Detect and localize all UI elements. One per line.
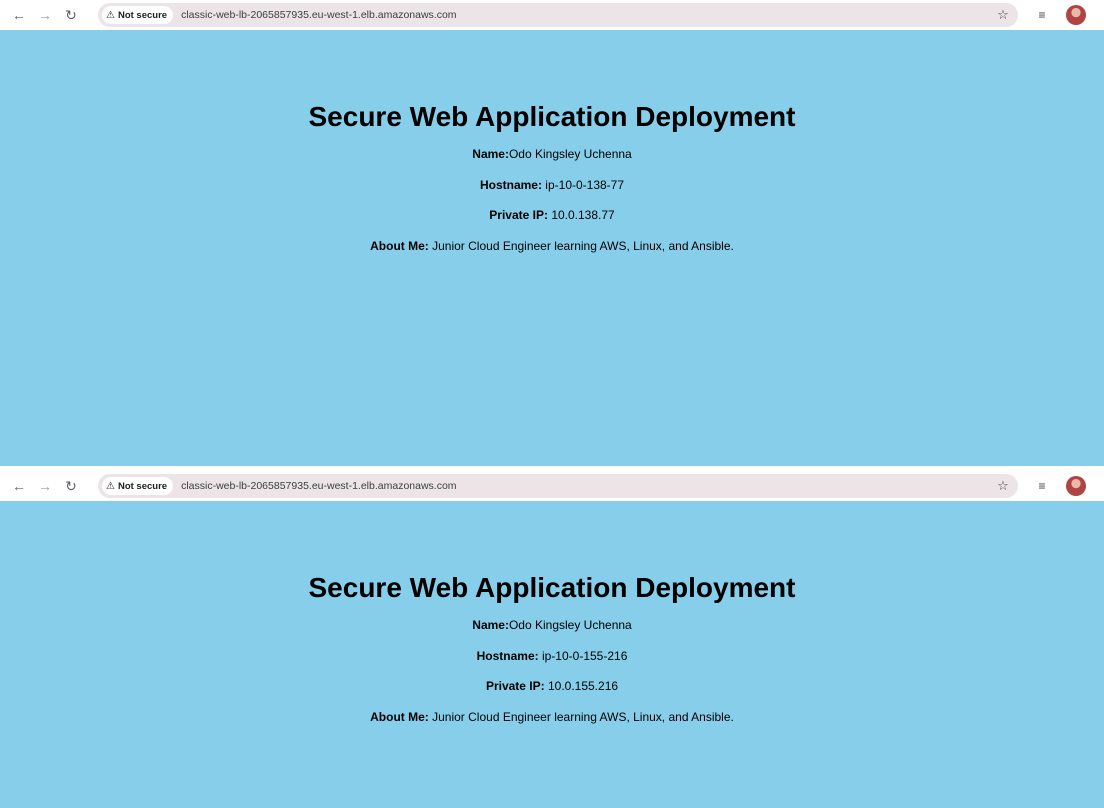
private-ip-value: 10.0.155.216: [544, 679, 619, 693]
warning-icon: ⚠: [106, 480, 115, 492]
page-title: Secure Web Application Deployment: [308, 572, 796, 603]
name-value: Odo Kingsley Uchenna: [508, 618, 632, 632]
hostname-line: Hostname: ip-10-0-155-216: [0, 649, 1104, 663]
hostname-value: ip-10-0-155-216: [538, 648, 628, 663]
name-label: Name:: [472, 147, 509, 161]
page-content: Secure Web Application Deployment Name:O…: [0, 101, 1104, 253]
address-bar[interactable]: ⚠ Not secure classic-web-lb-2065857935.e…: [98, 3, 1018, 27]
name-line: Name:Odo Kingsley Uchenna: [0, 618, 1104, 632]
private-ip-label: Private IP:: [485, 679, 545, 693]
forward-arrow-icon[interactable]: →: [32, 473, 58, 499]
hostname-line: Hostname: ip-10-0-138-77: [0, 178, 1104, 192]
page-title: Secure Web Application Deployment: [308, 101, 796, 132]
about-value: Junior Cloud Engineer learning AWS, Linu…: [428, 709, 734, 724]
hostname-label: Hostname:: [476, 648, 539, 663]
hostname-label: Hostname:: [479, 177, 542, 192]
security-chip[interactable]: ⚠ Not secure: [102, 477, 174, 495]
page-viewport: Secure Web Application Deployment Name:O…: [0, 30, 1104, 466]
reload-icon[interactable]: ↻: [58, 473, 84, 499]
bookmark-star-icon[interactable]: ☆: [994, 6, 1012, 24]
security-label: Not secure: [117, 480, 168, 492]
reading-list-icon[interactable]: ≡: [1033, 6, 1051, 24]
name-line: Name:Odo Kingsley Uchenna: [0, 147, 1104, 161]
back-arrow-icon[interactable]: ←: [6, 2, 32, 28]
private-ip-line: Private IP: 10.0.155.216: [0, 679, 1104, 693]
forward-arrow-icon[interactable]: →: [32, 2, 58, 28]
profile-avatar-icon[interactable]: [1066, 476, 1086, 496]
about-label: About Me:: [370, 238, 429, 253]
warning-icon: ⚠: [106, 9, 115, 21]
reload-icon[interactable]: ↻: [58, 2, 84, 28]
url-text[interactable]: classic-web-lb-2065857935.eu-west-1.elb.…: [181, 9, 456, 21]
back-arrow-icon[interactable]: ←: [6, 473, 32, 499]
address-bar[interactable]: ⚠ Not secure classic-web-lb-2065857935.e…: [98, 474, 1018, 498]
url-text[interactable]: classic-web-lb-2065857935.eu-west-1.elb.…: [181, 480, 456, 492]
security-chip[interactable]: ⚠ Not secure: [102, 6, 174, 24]
private-ip-value: 10.0.138.77: [547, 208, 615, 222]
about-value: Junior Cloud Engineer learning AWS, Linu…: [428, 238, 734, 253]
about-label: About Me:: [370, 709, 429, 724]
name-label: Name:: [472, 618, 509, 632]
about-line: About Me: Junior Cloud Engineer learning…: [0, 710, 1104, 724]
reading-list-icon[interactable]: ≡: [1033, 477, 1051, 495]
name-value: Odo Kingsley Uchenna: [508, 147, 632, 161]
browser-window-2: ← → ↻ ⚠ Not secure classic-web-lb-206585…: [0, 471, 1104, 808]
security-label: Not secure: [117, 9, 168, 21]
profile-avatar-icon[interactable]: [1066, 5, 1086, 25]
private-ip-label: Private IP:: [489, 208, 548, 222]
page-viewport: Secure Web Application Deployment Name:O…: [0, 501, 1104, 808]
page-content: Secure Web Application Deployment Name:O…: [0, 572, 1104, 724]
bookmark-star-icon[interactable]: ☆: [994, 477, 1012, 495]
browser-window-1: ← → ↻ ⚠ Not secure classic-web-lb-206585…: [0, 0, 1104, 466]
private-ip-line: Private IP: 10.0.138.77: [0, 208, 1104, 222]
hostname-value: ip-10-0-138-77: [541, 177, 625, 192]
browser-toolbar: ← → ↻ ⚠ Not secure classic-web-lb-206585…: [0, 0, 1104, 30]
browser-toolbar: ← → ↻ ⚠ Not secure classic-web-lb-206585…: [0, 471, 1104, 501]
about-line: About Me: Junior Cloud Engineer learning…: [0, 239, 1104, 253]
